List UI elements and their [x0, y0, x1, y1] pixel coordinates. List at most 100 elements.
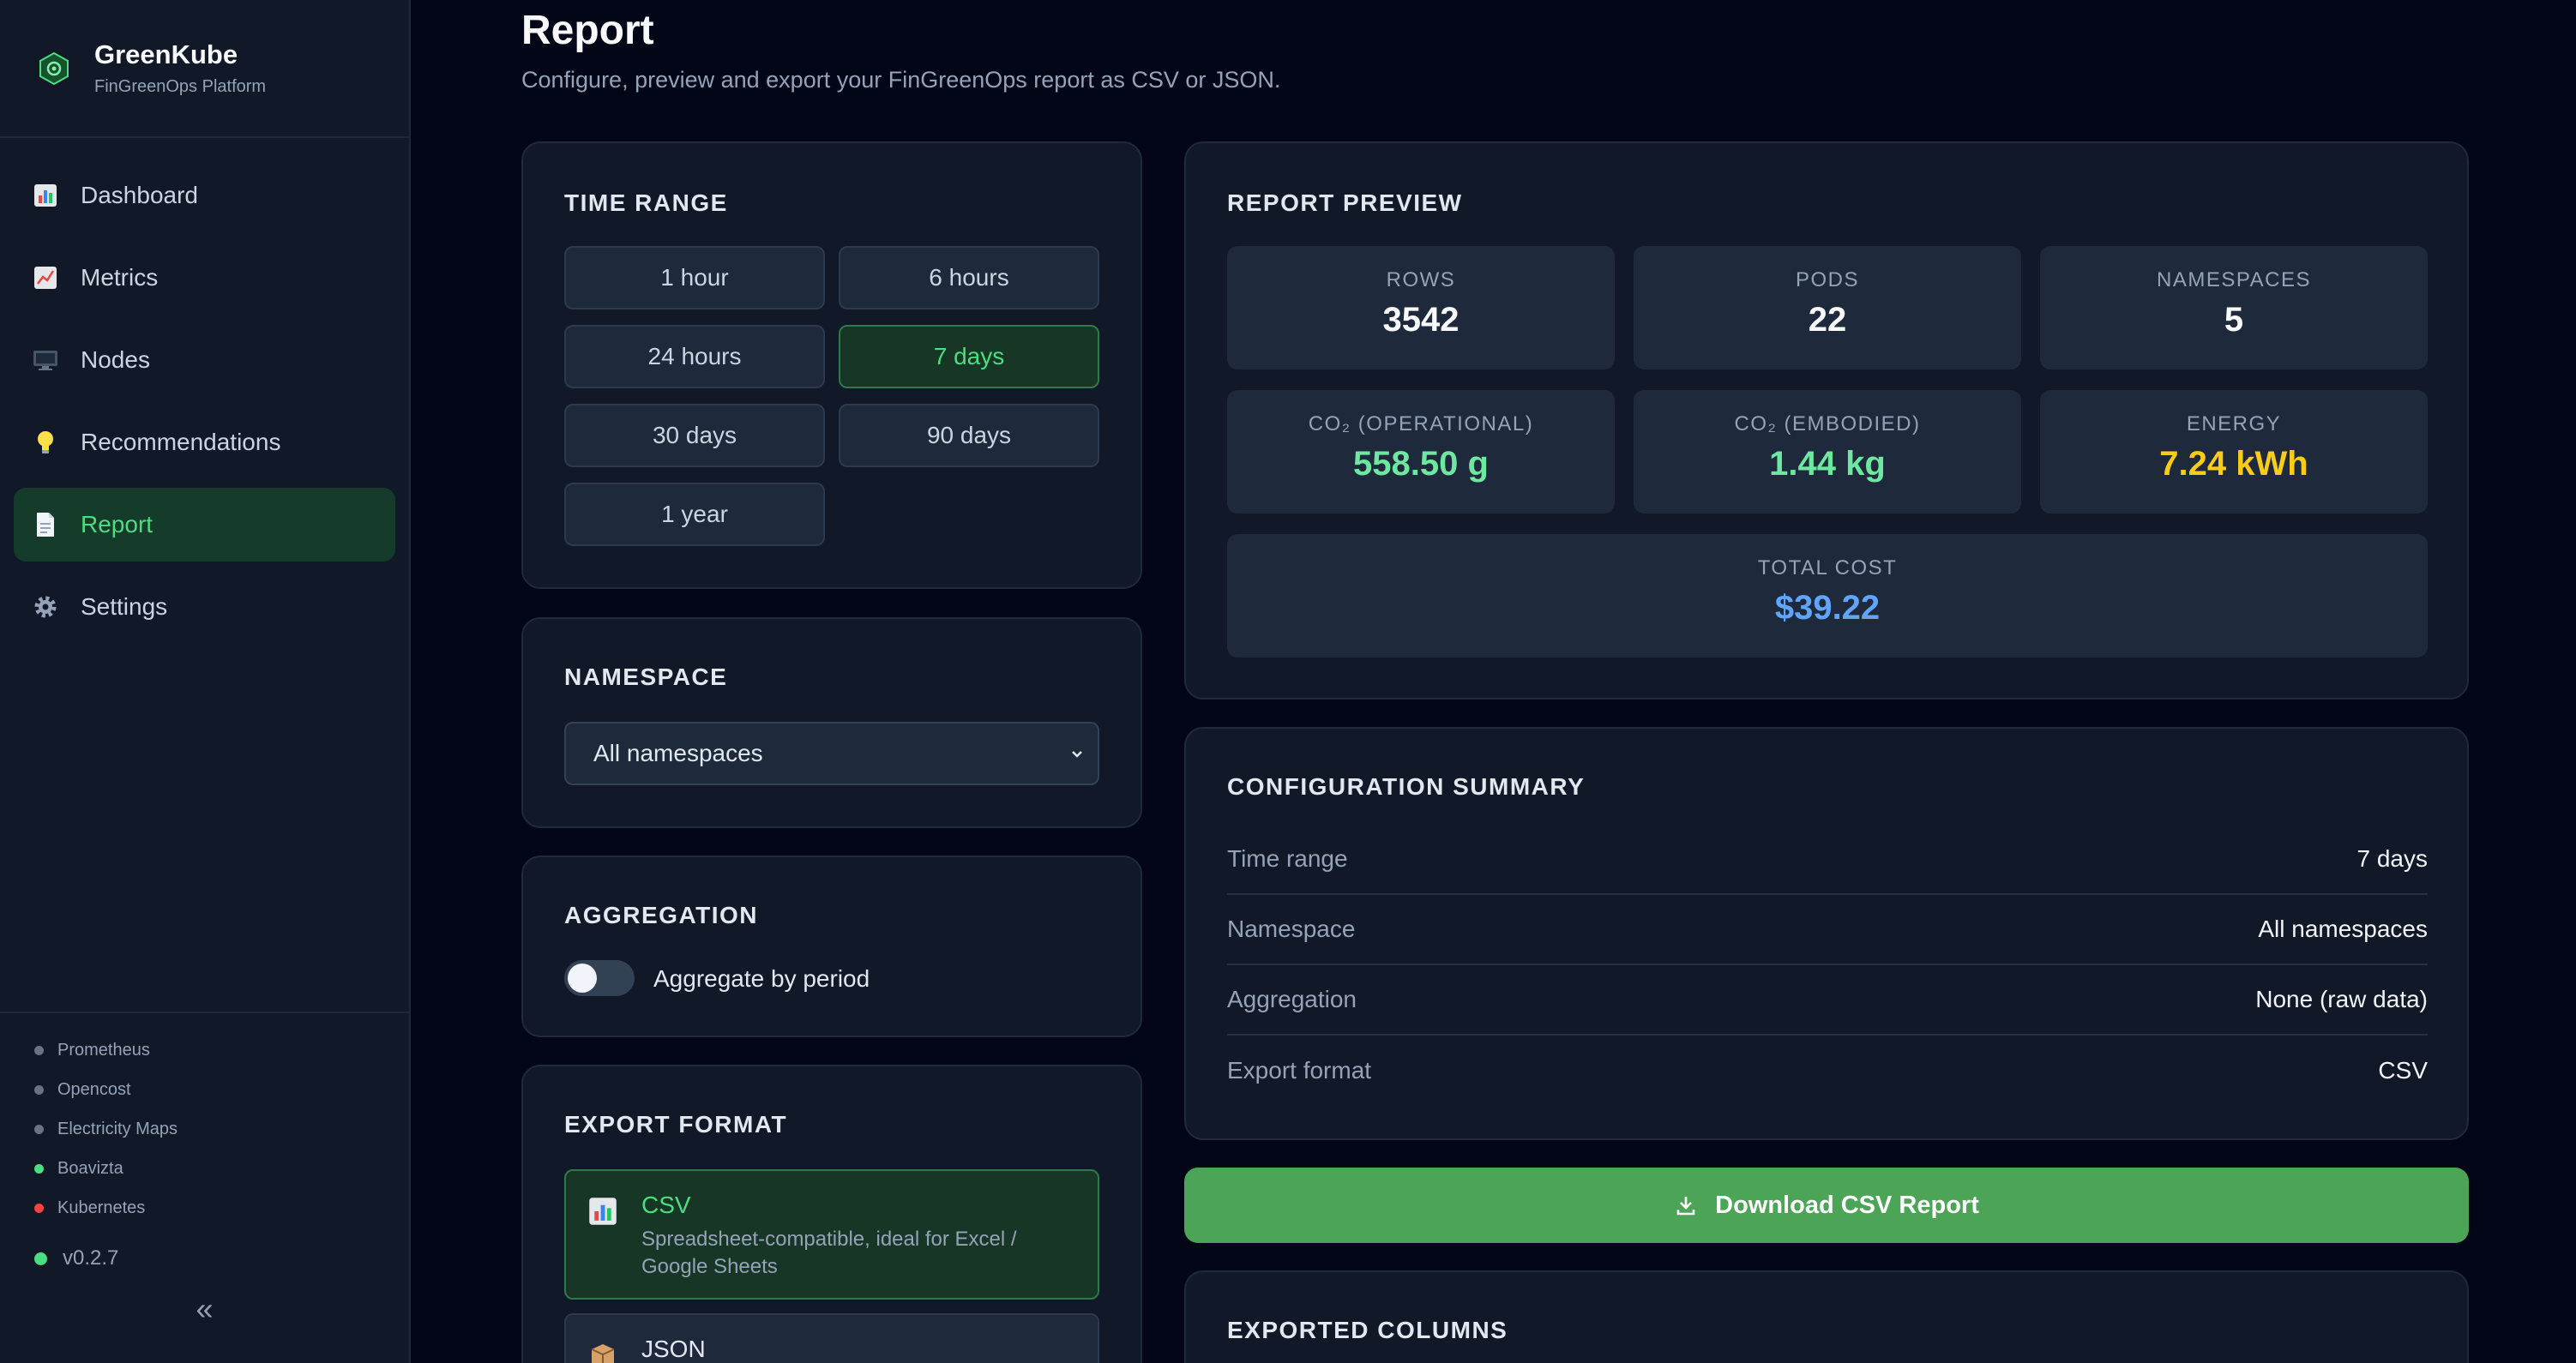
- aggregate-by-period-toggle[interactable]: [564, 960, 635, 996]
- namespace-select[interactable]: All namespaces: [564, 722, 1099, 785]
- export-format-description: Spreadsheet-compatible, ideal for Excel …: [641, 1228, 1017, 1278]
- stat-label: CO₂ (EMBODIED): [1734, 412, 1921, 435]
- stat-label: PODS: [1795, 268, 1859, 291]
- nav-label: Dashboard: [81, 182, 198, 208]
- time-range-7-days-button[interactable]: 7 days: [839, 325, 1099, 388]
- nav-label: Nodes: [81, 346, 150, 373]
- status-dot-icon: [34, 1252, 47, 1265]
- export-format-csv-option[interactable]: CSV Spreadsheet-compatible, ideal for Ex…: [564, 1169, 1099, 1300]
- trend-chart-icon: [33, 265, 58, 291]
- summary-key: Time range: [1227, 845, 1348, 872]
- service-status-opencost: Opencost: [0, 1070, 409, 1109]
- stat-value: 558.50 g: [1353, 445, 1489, 483]
- export-format-card: EXPORT FORMAT CSV Spreadsheet-compatible…: [521, 1065, 1142, 1363]
- nav-item-recommendations[interactable]: Recommendations: [14, 405, 395, 479]
- export-format-name: CSV: [641, 1192, 691, 1218]
- service-status-electricity-maps: Electricity Maps: [0, 1109, 409, 1149]
- time-range-6-hours-button[interactable]: 6 hours: [839, 246, 1099, 309]
- gear-icon: [33, 594, 58, 620]
- time-range-card: TIME RANGE 1 hour 6 hours 24 hours 7 day…: [521, 141, 1142, 589]
- lightbulb-icon: [33, 429, 58, 455]
- status-dot-icon: [34, 1163, 44, 1174]
- status-dot-icon: [34, 1203, 44, 1213]
- nav-item-settings[interactable]: Settings: [14, 570, 395, 644]
- stat-value: 22: [1808, 301, 1847, 339]
- service-status-kubernetes: Kubernetes: [0, 1188, 409, 1228]
- time-range-24-hours-button[interactable]: 24 hours: [564, 325, 825, 388]
- nav-item-dashboard[interactable]: Dashboard: [14, 159, 395, 232]
- stat-pods: PODS 22: [1634, 246, 2021, 369]
- namespace-card: NAMESPACE All namespaces: [521, 617, 1142, 828]
- summary-key: Export format: [1227, 1057, 1372, 1084]
- stat-value: $39.22: [1774, 589, 1881, 627]
- time-range-30-days-button[interactable]: 30 days: [564, 404, 825, 467]
- time-range-1-year-button[interactable]: 1 year: [564, 483, 825, 546]
- monitor-icon: [33, 347, 58, 373]
- nav-label: Metrics: [81, 264, 159, 291]
- page-subtitle: Configure, preview and export your FinGr…: [521, 67, 1281, 93]
- stat-label: NAMESPACES: [2157, 268, 2311, 291]
- service-name: Electricity Maps: [57, 1119, 178, 1138]
- time-range-90-days-button[interactable]: 90 days: [839, 404, 1099, 467]
- summary-row-export-format: Export format CSV: [1227, 1036, 2428, 1106]
- export-format-name: JSON: [641, 1336, 706, 1362]
- version-label: v0.2.7: [63, 1246, 119, 1270]
- document-icon: [33, 512, 58, 537]
- report-preview-card: REPORT PREVIEW ROWS 3542 PODS 22 NAMESPA…: [1184, 141, 2469, 700]
- package-icon: [588, 1341, 617, 1363]
- summary-key: Aggregation: [1227, 986, 1357, 1012]
- service-name: Boavizta: [57, 1158, 123, 1178]
- export-format-json-option[interactable]: JSON: [564, 1313, 1099, 1363]
- time-range-1-hour-button[interactable]: 1 hour: [564, 246, 825, 309]
- stat-label: CO₂ (OPERATIONAL): [1308, 412, 1534, 435]
- status-dot-icon: [34, 1084, 44, 1095]
- summary-value: CSV: [2378, 1057, 2428, 1084]
- brand-subtitle: FinGreenOps Platform: [94, 77, 267, 96]
- summary-row-namespace: Namespace All namespaces: [1227, 895, 2428, 965]
- summary-key: Namespace: [1227, 916, 1356, 942]
- stat-energy: ENERGY 7.24 kWh: [2040, 390, 2428, 513]
- exported-columns-heading: EXPORTED COLUMNS: [1227, 1317, 1508, 1343]
- nav-label: Settings: [81, 593, 168, 620]
- nav-item-report[interactable]: Report: [14, 488, 395, 561]
- aggregation-card: AGGREGATION Aggregate by period: [521, 856, 1142, 1037]
- exported-columns-card: EXPORTED COLUMNS: [1184, 1270, 2469, 1363]
- stat-co2-embodied: CO₂ (EMBODIED) 1.44 kg: [1634, 390, 2021, 513]
- stat-co2-operational: CO₂ (OPERATIONAL) 558.50 g: [1227, 390, 1615, 513]
- summary-value: All namespaces: [2258, 916, 2428, 942]
- sidebar: GreenKube FinGreenOps Platform Dashboard…: [0, 0, 411, 1363]
- status-dot-icon: [34, 1045, 44, 1055]
- brand: GreenKube FinGreenOps Platform: [0, 0, 409, 138]
- bar-chart-icon: [33, 183, 58, 208]
- stat-value: 3542: [1382, 301, 1460, 339]
- stat-label: ENERGY: [2186, 412, 2282, 435]
- summary-row-aggregation: Aggregation None (raw data): [1227, 965, 2428, 1036]
- stat-value: 1.44 kg: [1769, 445, 1886, 483]
- nav-item-nodes[interactable]: Nodes: [14, 323, 395, 397]
- nav-item-metrics[interactable]: Metrics: [14, 241, 395, 315]
- stat-total-cost: TOTAL COST $39.22: [1227, 534, 2428, 657]
- namespace-heading: NAMESPACE: [564, 663, 728, 690]
- collapse-sidebar-button[interactable]: «: [0, 1291, 409, 1327]
- summary-value: 7 days: [2356, 845, 2429, 872]
- main-nav: Dashboard Metrics Nodes Recommendations …: [0, 138, 409, 644]
- service-status-prometheus: Prometheus: [0, 1030, 409, 1070]
- service-name: Prometheus: [57, 1040, 150, 1060]
- download-button-label: Download CSV Report: [1715, 1191, 1979, 1219]
- service-status-boavizta: Boavizta: [0, 1149, 409, 1188]
- stat-rows: ROWS 3542: [1227, 246, 1615, 369]
- export-format-heading: EXPORT FORMAT: [564, 1111, 788, 1138]
- bar-chart-icon: [588, 1197, 617, 1234]
- configuration-summary-card: CONFIGURATION SUMMARY Time range 7 days …: [1184, 727, 2469, 1140]
- service-status-list: Prometheus Opencost Electricity Maps Boa…: [0, 1012, 409, 1284]
- download-icon: [1676, 1197, 1695, 1216]
- chevron-down-icon: [1072, 751, 1082, 758]
- app-version: v0.2.7: [0, 1233, 409, 1284]
- nav-label: Report: [81, 511, 153, 537]
- aggregation-heading: AGGREGATION: [564, 902, 758, 928]
- double-chevron-left-icon: «: [196, 1291, 214, 1326]
- stat-label: ROWS: [1386, 268, 1456, 291]
- download-report-button[interactable]: Download CSV Report: [1184, 1168, 2469, 1243]
- stat-value: 7.24 kWh: [2159, 445, 2308, 483]
- aggregate-by-period-label: Aggregate by period: [653, 965, 870, 992]
